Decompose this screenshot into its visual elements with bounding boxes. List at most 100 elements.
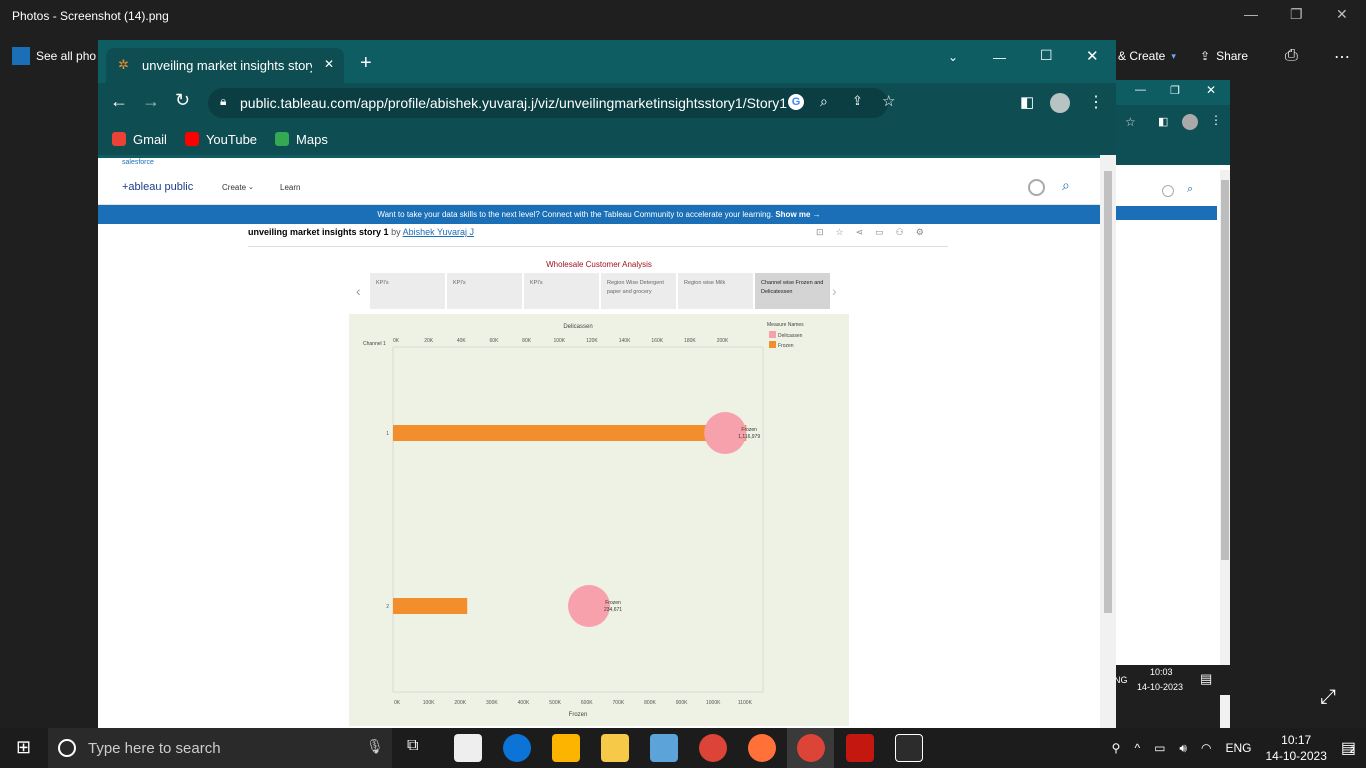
bookmark-maps[interactable]: Maps [275,132,328,147]
bg-restore-icon[interactable]: ❐ [1170,84,1180,97]
zoom-icon[interactable]: ⌕ [820,93,828,110]
wifi-icon[interactable]: ◠ [1201,741,1211,755]
user-icon[interactable] [1028,179,1045,196]
print-icon[interactable]: ⎙ [1285,47,1298,65]
chrome-maximize-icon[interactable]: ☐ [1040,47,1053,64]
reload-icon[interactable]: ↻ [175,90,190,111]
nav-create[interactable]: Create [222,183,246,192]
taskbar-search[interactable]: Type here to search 🎙︎ [48,728,392,768]
task-view-icon[interactable]: ⧉ [407,737,418,755]
top-tick-label: 80K [522,338,532,344]
side-panel-icon[interactable]: ◧ [1020,93,1034,111]
share-page-icon[interactable]: ⇪ [852,93,863,109]
author-link[interactable]: Abishek Yuvaraj J [403,227,474,237]
bg-close-icon[interactable]: ✕ [1206,83,1216,97]
maps-icon [275,132,290,146]
new-tab-icon[interactable]: + [360,52,372,75]
photos-taskbar-icon[interactable] [650,734,678,762]
show-me-link[interactable]: Show me → [775,210,820,219]
viz-action-icons[interactable]: ⊡☆⋖▭⚇⚙ [816,227,936,238]
story-point-3[interactable]: KPI's [524,273,599,309]
maximize-icon[interactable]: ❐ [1290,6,1303,23]
notification-icon[interactable]: ▤ 2 [1341,738,1356,758]
legend-label: Frozen [778,343,794,349]
tab-strip: ✲ unveiling market insights story 1 ✕ + … [98,40,1116,83]
see-all-photos-button[interactable]: See all pho [12,47,96,65]
story-point-4[interactable]: Region Wise Detergent paper and grocery [601,273,676,309]
forward-icon[interactable]: → [142,91,160,112]
minimize-icon[interactable]: — [1244,6,1258,22]
story-prev-icon[interactable]: ‹ [356,283,361,299]
windows-start-icon[interactable]: ⊞ [16,737,31,758]
bookmark-youtube[interactable]: YouTube [184,132,257,147]
legend-swatch [769,341,776,348]
page-content: salesforce +ableau public Create ⌄ Learn… [98,155,1100,730]
bg-scrollbar[interactable] [1220,170,1230,750]
clock[interactable]: 10:17 14-10-2023 [1265,732,1326,764]
bg-minimize-icon[interactable]: — [1135,84,1146,96]
bg-menu-icon[interactable]: ⋮ [1210,113,1222,127]
create-button[interactable]: & Create ▾ [1118,49,1176,63]
address-bar[interactable]: 🔒︎ public.tableau.com/app/profile/abishe… [208,88,895,118]
tab-close-icon[interactable]: ✕ [324,57,334,71]
chrome-close-icon[interactable]: ✕ [1086,47,1099,65]
profile-avatar[interactable] [1050,93,1070,113]
close-icon[interactable]: ✕ [1336,6,1348,23]
legend-swatch [769,331,776,338]
bg-notification-icon[interactable]: ▤ [1200,671,1212,687]
bookmark-star-icon[interactable]: ☆ [882,92,895,110]
story-point-1[interactable]: KPI's [370,273,445,309]
expand-icon[interactable]: ⤢ [1320,686,1336,709]
plot-frame [392,346,764,693]
firefox-app-icon[interactable] [748,734,776,762]
back-icon[interactable]: ← [110,91,128,112]
microphone-icon[interactable]: 🎙︎ [366,738,384,755]
edge-app-icon[interactable] [503,734,531,762]
delicassen-circle [704,412,747,454]
explorer-app-icon[interactable] [601,734,629,762]
search-icon[interactable]: ⌕ [1062,177,1070,194]
battery-icon[interactable]: ▭ [1154,741,1165,755]
nav-learn[interactable]: Learn [280,183,300,192]
more-icon[interactable]: ⋯ [1334,47,1350,67]
url-text: public.tableau.com/app/profile/abishek.y… [240,95,788,111]
google-lens-icon[interactable]: G [788,94,804,110]
bg-star-icon[interactable]: ☆ [1125,115,1136,129]
tray-chevron-icon[interactable]: ^ [1134,741,1140,755]
row-header: Channel 1 [363,341,386,347]
store-app-icon[interactable] [552,734,580,762]
chrome-app-icon[interactable] [699,734,727,762]
bg-avatar[interactable] [1182,114,1198,130]
tableau-logo[interactable]: +ableau public [122,181,193,193]
bookmark-gmail[interactable]: Gmail [112,132,167,147]
people-icon[interactable]: ⚲ [1112,741,1121,755]
tableau-header: +ableau public Create ⌄ Learn ⌕ [98,171,1100,205]
story-point-5[interactable]: Region wise Milk [678,273,753,309]
volume-icon[interactable]: 🔊︎ [1179,741,1187,756]
tab-active[interactable]: ✲ unveiling market insights story 1 ✕ [106,48,344,83]
story-point-2[interactable]: KPI's [447,273,522,309]
chart-svg: DelicassenFrozenChannel 1 0K 20K 40K 60K 80K 1… [363,322,804,718]
mail-app-icon[interactable] [454,734,482,762]
chrome-menu-icon[interactable]: ⋮ [1088,92,1104,112]
chrome-minimize-icon[interactable]: — [993,50,1006,65]
share-button[interactable]: ⇪ Share [1200,49,1248,63]
salesforce-logo[interactable]: salesforce [122,159,154,166]
acrobat-app-icon[interactable] [846,734,874,762]
language-indicator[interactable]: ENG [1225,741,1251,755]
browser-window: ✲ unveiling market insights story 1 ✕ + … [98,40,1116,730]
story-point-6[interactable]: Channel wise Frozen and Delicatessen [755,273,830,309]
story-title: Wholesale Customer Analysis [546,260,652,269]
bg-sidepanel-icon[interactable]: ◧ [1158,115,1168,128]
photos-app-icon[interactable] [895,734,923,762]
top-tick-label: 140K [619,338,631,344]
viz-title: unveiling market insights story 1 [248,227,389,237]
scroll-thumb[interactable] [1104,171,1112,613]
story-next-icon[interactable]: › [832,283,837,299]
tab-search-icon[interactable]: ⌄ [948,50,958,64]
bottom-tick-label: 900K [676,700,688,706]
top-tick-label: 120K [586,338,598,344]
page-scrollbar[interactable] [1100,155,1116,730]
chrome-profile-app-icon[interactable] [797,734,825,762]
category-label: 2 [386,604,389,610]
